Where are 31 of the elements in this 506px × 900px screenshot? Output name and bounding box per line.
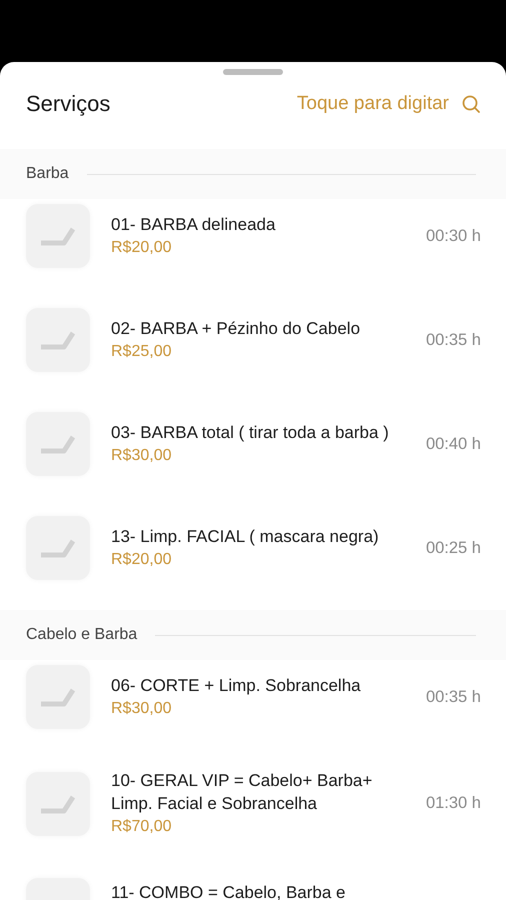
- service-name: 01- BARBA delineada: [111, 214, 276, 236]
- service-price: R$25,00: [111, 342, 172, 362]
- service-name: 10- GERAL VIP = Cabelo+ Barba+ Limp. Facial e Sobrancelha: [111, 770, 374, 815]
- service-price: R$30,00: [111, 699, 172, 719]
- service-name: 03- BARBA total ( tirar toda a barba ): [111, 422, 390, 444]
- tick-icon: [40, 538, 76, 558]
- tick-icon: [40, 434, 76, 454]
- service-duration: 01:30 h: [426, 794, 481, 813]
- tick-icon: [40, 330, 76, 350]
- tick-icon: [40, 687, 76, 707]
- service-price: R$20,00: [111, 238, 172, 258]
- service-name: 13- Limp. FACIAL ( mascara negra): [111, 526, 380, 548]
- sheet-title: Serviços: [26, 91, 110, 117]
- service-price: R$20,00: [111, 550, 172, 570]
- section-heading: Cabelo e Barba: [26, 626, 138, 644]
- service-duration: 00:35 h: [426, 688, 481, 706]
- tick-icon: [40, 226, 76, 246]
- drag-handle[interactable]: [223, 69, 283, 75]
- search-field[interactable]: Toque para digitar: [249, 93, 449, 115]
- service-price: R$70,00: [111, 817, 172, 837]
- service-duration: 00:35 h: [426, 330, 481, 350]
- tick-icon: [40, 794, 76, 814]
- section-heading: Barba: [26, 165, 69, 183]
- service-duration: 00:40 h: [426, 434, 481, 454]
- search-icon[interactable]: [461, 94, 481, 114]
- service-name: 11- COMBO = Cabelo, Barba e: [111, 882, 346, 900]
- service-name: 06- CORTE + Limp. Sobrancelha: [111, 675, 362, 697]
- service-duration: 00:30 h: [426, 226, 481, 246]
- service-price: R$30,00: [111, 446, 172, 466]
- service-name: 02- BARBA + Pézinho do Cabelo: [111, 318, 362, 340]
- service-duration: 00:25 h: [426, 538, 481, 558]
